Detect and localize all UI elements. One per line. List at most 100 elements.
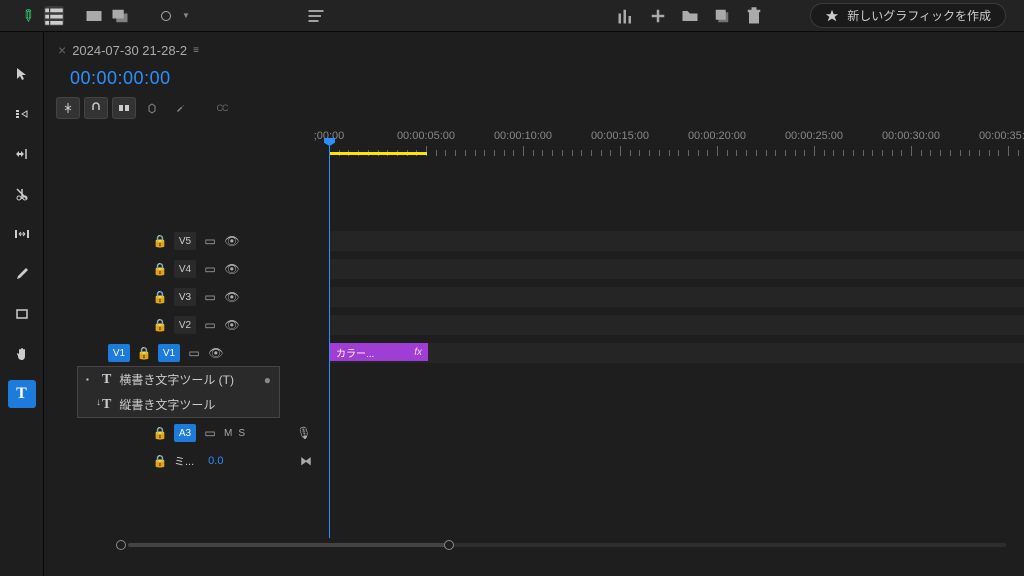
video-track-row: 🔒 V4 ▭ 👁 — [106, 256, 1024, 282]
toggle-icon[interactable]: ▭ — [202, 289, 218, 305]
slip-tool[interactable] — [8, 220, 36, 248]
toggle-icon[interactable]: ▭ — [202, 233, 218, 249]
chevron-down-icon[interactable]: ▼ — [182, 11, 190, 20]
track-select-tool[interactable] — [8, 100, 36, 128]
timeline-controls: CC — [44, 97, 1024, 119]
ruler-label: 00:00:30:00 — [882, 130, 940, 142]
vertical-text-label: 縦書き文字ツール — [119, 396, 215, 413]
clip-name: カラー... — [336, 345, 374, 360]
sequence-tab[interactable]: 2024-07-30 21-28-2 ≡ — [58, 42, 199, 62]
selection-tool[interactable] — [8, 60, 36, 88]
lock-icon[interactable]: 🔒 — [152, 233, 168, 249]
link-button[interactable] — [112, 97, 136, 119]
horizontal-text-tool[interactable]: ▪ T 横書き文字ツール (T) ● — [78, 367, 279, 392]
toggle-icon[interactable]: ▭ — [202, 317, 218, 333]
zoom-handle-right[interactable] — [444, 540, 454, 550]
ripple-edit-tool[interactable] — [8, 140, 36, 168]
snap-button[interactable] — [56, 97, 80, 119]
toolbar: T — [0, 32, 44, 576]
fx-badge: fx — [414, 347, 422, 358]
top-toolbar: ✎ ▼ 新しいグラフィックを作成 — [0, 0, 1024, 32]
lock-icon[interactable]: 🔒 — [152, 261, 168, 277]
eye-icon[interactable]: 👁 — [224, 317, 240, 333]
ruler-label: 00:00:05:00 — [397, 130, 455, 142]
ruler-label: 00:00:35:00 — [979, 130, 1024, 142]
razor-tool[interactable] — [8, 180, 36, 208]
toggle-icon[interactable]: ▭ — [186, 345, 202, 361]
mic-icon[interactable]: 🎙 — [296, 425, 312, 441]
menu-icon[interactable]: ≡ — [193, 45, 199, 56]
type-tool[interactable]: T — [8, 380, 36, 408]
diamond-icon[interactable]: ⧓ — [300, 454, 312, 468]
zoom-handle-left[interactable] — [116, 540, 126, 550]
video-track-row: 🔒 V3 ▭ 👁 — [106, 284, 1024, 310]
vertical-T-icon: ↓T — [102, 397, 111, 413]
eye-icon[interactable]: 👁 — [224, 233, 240, 249]
track-content[interactable]: カラー... fx — [330, 343, 1024, 363]
wrench-button[interactable] — [168, 97, 192, 119]
ruler-label: 00:00:20:00 — [688, 130, 746, 142]
rect2-icon[interactable] — [110, 6, 130, 26]
video-clip[interactable]: カラー... fx — [330, 343, 428, 361]
timeline-panel: 2024-07-30 21-28-2 ≡ 00:00:00:00 CC ;00:… — [44, 32, 1024, 576]
trash-icon[interactable] — [744, 6, 764, 26]
lock-icon[interactable]: 🔒 — [152, 425, 168, 441]
ruler-label: 00:00:10:00 — [494, 130, 552, 142]
rectangle-tool[interactable] — [8, 300, 36, 328]
toggle-icon[interactable]: ▭ — [202, 261, 218, 277]
timecode[interactable]: 00:00:00:00 — [70, 68, 1024, 89]
new-graphic-button[interactable]: 新しいグラフィックを作成 — [810, 3, 1006, 28]
new-graphic-label: 新しいグラフィックを作成 — [847, 7, 991, 24]
ruler-label: 00:00:25:00 — [785, 130, 843, 142]
lock-icon[interactable]: 🔒 — [152, 289, 168, 305]
track-content[interactable] — [330, 287, 1024, 307]
pen-tool[interactable] — [8, 260, 36, 288]
zoom-scrollbar[interactable] — [116, 540, 1008, 550]
eye-icon[interactable]: 👁 — [224, 289, 240, 305]
time-ruler[interactable]: ;00:0000:00:05:0000:00:10:0000:00:15:000… — [329, 130, 1024, 156]
video-track-row: 🔒 V2 ▭ 👁 — [106, 312, 1024, 338]
track-label[interactable]: V5 — [174, 232, 196, 250]
folder-icon[interactable] — [680, 6, 700, 26]
toggle-icon[interactable]: ▭ — [202, 425, 218, 441]
mute-button[interactable]: M — [224, 428, 232, 439]
active-dot-icon: ▪ — [86, 375, 94, 384]
lock-icon[interactable]: 🔒 — [152, 453, 168, 469]
cc-button[interactable]: CC — [210, 97, 234, 119]
sequence-name: 2024-07-30 21-28-2 — [72, 43, 187, 58]
lock-icon[interactable]: 🔒 — [136, 345, 152, 361]
track-content[interactable] — [330, 315, 1024, 335]
pencil-icon[interactable]: ✎ — [18, 6, 38, 26]
stack-icon[interactable] — [712, 6, 732, 26]
mix-label: ミ... — [174, 453, 194, 469]
playhead[interactable] — [329, 142, 330, 538]
audio-track-label[interactable]: A3 — [174, 424, 196, 442]
work-area-bar[interactable] — [329, 152, 427, 155]
track-label[interactable]: V4 — [174, 260, 196, 278]
track-content[interactable] — [330, 259, 1024, 279]
track-content[interactable] — [330, 231, 1024, 251]
track-label[interactable]: V2 — [174, 316, 196, 334]
hand-tool[interactable] — [8, 340, 36, 368]
mix-value[interactable]: 0.0 — [208, 455, 223, 467]
video-track-row: V1 🔒 V1 ▭ 👁 カラー... fx — [106, 340, 1024, 366]
mic-icon: ● — [264, 373, 271, 387]
solo-button[interactable]: S — [238, 428, 245, 439]
track-target[interactable]: V1 — [108, 344, 130, 362]
circle-icon[interactable] — [156, 6, 176, 26]
list-icon[interactable] — [44, 6, 64, 26]
lock-icon[interactable]: 🔒 — [152, 317, 168, 333]
marker-button[interactable] — [140, 97, 164, 119]
lines-icon[interactable] — [306, 6, 326, 26]
ruler-label: 00:00:15:00 — [591, 130, 649, 142]
eye-icon[interactable]: 👁 — [224, 261, 240, 277]
bars-icon[interactable] — [616, 6, 636, 26]
magnet-button[interactable] — [84, 97, 108, 119]
vertical-text-tool[interactable]: ↓T 縦書き文字ツール — [78, 392, 279, 417]
track-label[interactable]: V3 — [174, 288, 196, 306]
plus-icon[interactable] — [648, 6, 668, 26]
eye-icon[interactable]: 👁 — [208, 345, 224, 361]
rect1-icon[interactable] — [84, 6, 104, 26]
track-source[interactable]: V1 — [158, 344, 180, 362]
audio-tracks: 🔒 A3 ▭ M S 🎙 🔒 ミ... 0.0 ⧓ — [106, 420, 1024, 476]
